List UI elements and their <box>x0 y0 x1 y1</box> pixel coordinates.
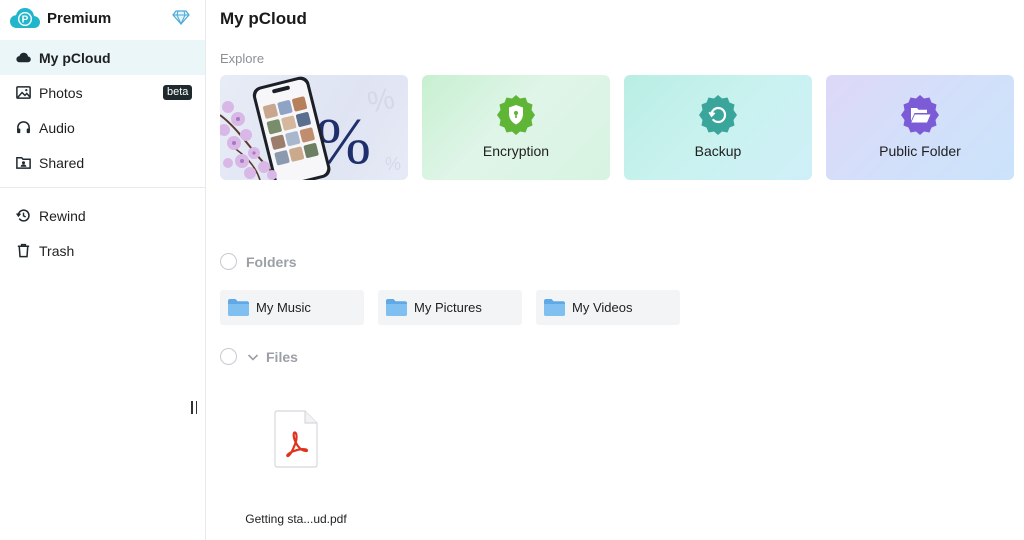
promo-illustration: % % % <box>220 76 401 180</box>
svg-text:%: % <box>385 154 401 174</box>
promo-card[interactable]: % % % <box>220 75 408 180</box>
sidebar-nav: My pCloud Photos beta Audio Shared <box>0 40 205 180</box>
trash-icon <box>14 242 32 260</box>
shield-icon <box>497 95 535 135</box>
sidebar-item-label: Rewind <box>39 207 86 224</box>
sidebar-collapse-handle[interactable] <box>191 401 201 415</box>
backup-icon <box>699 95 737 135</box>
sidebar-item-rewind[interactable]: Rewind <box>0 198 205 233</box>
select-all-folders-checkbox[interactable] <box>220 253 237 270</box>
sidebar-item-shared[interactable]: Shared <box>0 145 205 180</box>
sidebar-item-my-pcloud[interactable]: My pCloud <box>0 40 205 75</box>
svg-text:P: P <box>22 15 29 26</box>
folder-my-videos[interactable]: My Videos <box>536 290 680 325</box>
diamond-icon[interactable] <box>172 8 190 26</box>
file-item[interactable]: Getting sta...ud.pdf <box>236 410 356 526</box>
folder-icon <box>228 299 249 316</box>
sidebar-item-photos[interactable]: Photos beta <box>0 75 205 110</box>
sidebar-nav-secondary: Rewind Trash <box>0 198 205 268</box>
select-all-files-checkbox[interactable] <box>220 348 237 365</box>
files-header: Files <box>220 348 298 365</box>
folder-icon <box>544 299 565 316</box>
cloud-icon <box>14 49 32 67</box>
chevron-down-icon[interactable] <box>246 350 260 364</box>
pcloud-logo-icon: P <box>10 8 40 28</box>
folders-title: Folders <box>246 253 297 270</box>
file-name: Getting sta...ud.pdf <box>245 512 347 526</box>
folder-my-pictures[interactable]: My Pictures <box>378 290 522 325</box>
main-content: My pCloud Explore % % % Encryption Backu… <box>206 0 1024 540</box>
page-title: My pCloud <box>220 9 307 28</box>
folder-my-music[interactable]: My Music <box>220 290 364 325</box>
sidebar-item-label: Audio <box>39 119 75 136</box>
folder-open-icon <box>901 95 939 135</box>
folder-icon <box>386 299 407 316</box>
headphones-icon <box>14 119 32 137</box>
shared-folder-icon <box>14 154 32 172</box>
explore-label: Explore <box>220 51 265 66</box>
card-label: Encryption <box>482 143 550 159</box>
beta-badge: beta <box>163 85 193 100</box>
pdf-icon <box>274 410 318 468</box>
files-title: Files <box>266 348 298 365</box>
sidebar-divider <box>0 187 205 188</box>
public-folder-card[interactable]: Public Folder <box>826 75 1014 180</box>
plan-name: Premium <box>47 9 112 27</box>
sidebar-item-label: Photos <box>39 84 83 101</box>
rewind-icon <box>14 207 32 225</box>
sidebar-item-label: Trash <box>39 242 75 259</box>
folder-label: My Pictures <box>414 300 482 315</box>
sidebar-item-audio[interactable]: Audio <box>0 110 205 145</box>
sidebar-item-label: Shared <box>39 154 85 171</box>
sidebar-item-trash[interactable]: Trash <box>0 233 205 268</box>
image-icon <box>14 84 32 102</box>
folder-list: My Music My Pictures My Videos <box>220 290 680 325</box>
sidebar: P Premium My pCloud Photos beta Audio Sh… <box>0 0 206 540</box>
folder-label: My Videos <box>572 300 633 315</box>
explore-cards: % % % Encryption Backup Public Folder <box>220 75 1014 180</box>
card-label: Public Folder <box>879 143 961 159</box>
folders-header: Folders <box>220 253 297 270</box>
card-label: Backup <box>694 143 742 159</box>
backup-card[interactable]: Backup <box>624 75 812 180</box>
encryption-card[interactable]: Encryption <box>422 75 610 180</box>
folder-label: My Music <box>256 300 311 315</box>
sidebar-item-label: My pCloud <box>39 49 111 66</box>
